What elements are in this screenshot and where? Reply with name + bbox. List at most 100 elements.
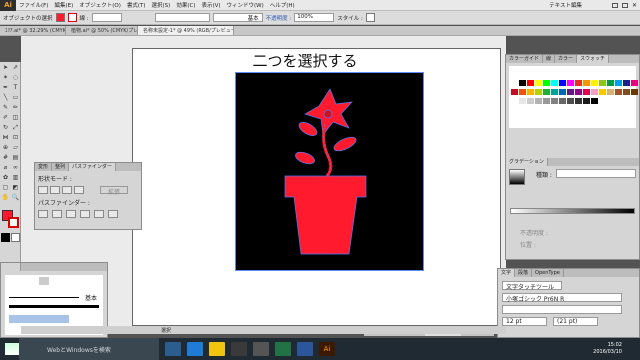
artboard-tool-icon[interactable]: ▢ [1,183,10,192]
swatch-chip[interactable] [559,98,566,104]
width-tool-icon[interactable]: ⋈ [1,133,10,142]
outline-button[interactable] [93,210,104,218]
mesh-tool-icon[interactable]: # [1,153,10,162]
font-size-field[interactable]: 12 pt [502,317,547,326]
swatch-chip[interactable] [583,89,590,95]
swatch-chip[interactable] [519,80,526,86]
intersect-button[interactable] [62,186,72,194]
status-mode[interactable]: 選択 [161,327,171,334]
gradient-preview[interactable] [509,169,525,185]
tab-stroke[interactable]: 線 [543,55,556,63]
paintbrush-icon[interactable]: ✎ [1,103,10,112]
color-mode-icon[interactable] [1,233,10,242]
brush-selected[interactable] [9,315,69,323]
perspective-icon[interactable]: ▱ [11,143,20,152]
gradient-panel-title[interactable]: グラデーション [506,158,548,166]
swatch-chip[interactable] [631,80,638,86]
swatch-chip[interactable] [511,89,518,95]
swatch-chip[interactable] [527,89,534,95]
swatch-chip[interactable] [599,80,606,86]
minus-front-button[interactable] [50,186,60,194]
zoom-tool-icon[interactable]: 🔍 [11,193,20,202]
menu-help[interactable]: ヘルプ(H) [267,1,298,9]
eraser-icon[interactable]: ◫ [11,113,20,122]
pencil-icon[interactable]: ✏ [11,103,20,112]
tab-swatches[interactable]: スウォッチ [577,55,610,63]
menu-effect[interactable]: 効果(C) [173,1,198,9]
illustrator-taskbar-icon[interactable]: Ai [319,342,335,356]
gradient-tool-icon[interactable]: ▤ [11,153,20,162]
scale-tool-icon[interactable]: ⤢ [11,123,20,132]
swatch-chip[interactable] [615,80,622,86]
divide-button[interactable] [38,210,48,218]
font-family-dropdown[interactable]: 小塚ゴシック Pr6N R [502,293,622,303]
line-tool-icon[interactable]: ╲ [1,93,10,102]
swatch-chip[interactable] [623,89,630,95]
swatch-chip[interactable] [535,98,542,104]
swatch-chip[interactable] [583,98,590,104]
menu-view[interactable]: 表示(V) [198,1,223,9]
swatch-chip[interactable] [615,89,622,95]
taskbar-clock[interactable]: 15:02 2016/03/10 [593,342,640,356]
menu-window[interactable]: ウィンドウ(W) [224,1,267,9]
swatch-chip[interactable] [599,89,606,95]
swatch-chip[interactable] [591,98,598,104]
menu-file[interactable]: ファイル(F) [16,1,51,9]
swatch-chip[interactable] [551,98,558,104]
graph-tool-icon[interactable]: ▥ [11,173,20,182]
touch-type-tool-button[interactable]: 文字タッチツール [502,281,562,291]
swatch-chip[interactable] [511,98,518,104]
minus-back-button[interactable] [107,210,118,218]
store-icon[interactable] [231,342,247,356]
type-tool-icon[interactable]: T [11,83,20,92]
stroke-color-box[interactable] [8,217,19,228]
stroke-style-dropdown[interactable]: 基本 [212,13,263,22]
task-view-icon[interactable] [165,342,181,356]
brushes-tab[interactable] [1,263,21,271]
tab-color[interactable]: カラー [555,55,578,63]
swatch-chip[interactable] [535,80,542,86]
gradient-type-dropdown[interactable] [556,169,636,178]
menu-edit[interactable]: 編集(E) [51,1,76,9]
swatch-chip[interactable] [511,80,518,86]
swatch-chip[interactable] [607,89,614,95]
swatch-chip[interactable] [583,80,590,86]
swatch-chip[interactable] [591,89,598,95]
swatch-chip[interactable] [567,80,574,86]
minimize-icon[interactable] [611,2,618,8]
blend-tool-icon[interactable]: ∞ [11,163,20,172]
swatch-chip[interactable] [519,89,526,95]
eyedropper-icon[interactable]: ⌀ [1,163,10,172]
swatch-chip[interactable] [623,80,630,86]
lasso-icon[interactable]: ◌ [11,73,20,82]
gradient-slider[interactable] [510,208,635,214]
graphic-style-swatch[interactable] [365,13,375,22]
unite-button[interactable] [38,186,48,194]
tab-transform[interactable]: 変形 [35,163,53,171]
menu-object[interactable]: オブジェクト(O) [76,1,124,9]
brush-thumb[interactable] [39,277,49,285]
swatch-chip[interactable] [567,89,574,95]
symbol-sprayer-icon[interactable]: ✿ [1,173,10,182]
variable-width-dropdown[interactable] [154,13,210,22]
opacity-field[interactable]: 100% [294,13,335,22]
word-icon[interactable] [297,342,313,356]
stroke-swatch[interactable] [67,13,77,22]
swatch-chip[interactable] [551,80,558,86]
tab-pathfinder[interactable]: パスファインダー [69,163,117,171]
close-icon[interactable]: ✕ [632,2,637,9]
swatch-chip[interactable] [575,89,582,95]
exclude-button[interactable] [74,186,84,194]
swatch-chip[interactable] [535,89,542,95]
swatch-chip[interactable] [575,80,582,86]
menu-select[interactable]: 選択(S) [149,1,174,9]
swatch-chip[interactable] [543,80,550,86]
brush-stroke-1[interactable] [9,305,99,308]
windows-start-icon[interactable] [5,343,19,355]
tab-character[interactable]: 文字 [498,269,516,277]
swatch-chip[interactable] [543,98,550,104]
font-style-dropdown[interactable] [502,305,622,314]
app-icon[interactable] [253,342,269,356]
swatch-grid[interactable] [509,66,638,128]
magic-wand-icon[interactable]: ✶ [1,73,10,82]
